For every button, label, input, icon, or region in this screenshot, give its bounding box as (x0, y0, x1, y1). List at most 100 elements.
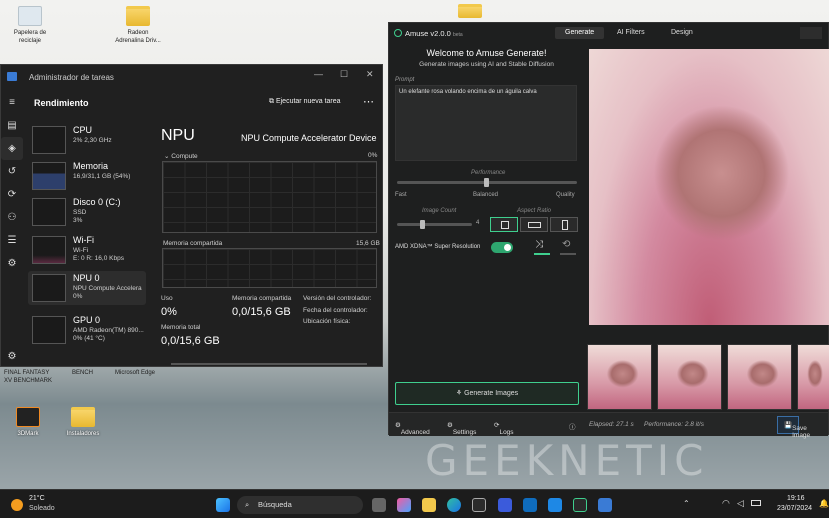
run-new-task-button[interactable]: ⧉ Ejecutar nueva tarea (269, 98, 341, 106)
desktop-icon-radeon[interactable]: Radeon Adrenalina Driv... (110, 6, 166, 45)
history-icon[interactable]: ↺ (1, 160, 23, 183)
thumbnail-4[interactable] (797, 344, 829, 410)
super-res-toggle[interactable] (491, 242, 513, 253)
battery-icon[interactable] (751, 500, 761, 506)
volume-icon[interactable]: ◁ (737, 498, 744, 509)
ffxv-label[interactable]: FINAL FANTASY XV BENCHMARK (4, 369, 52, 385)
repeat-icon[interactable]: ⟲ (562, 239, 570, 250)
perf-quality-label: Quality (556, 192, 575, 198)
elapsed-text: Elapsed: 27.1 s (589, 421, 634, 428)
search-input[interactable]: ⌕ Búsqueda (237, 496, 363, 514)
teams-icon[interactable] (548, 498, 562, 512)
desktop-icon-folder[interactable] (442, 4, 498, 21)
weather-icon[interactable] (11, 499, 23, 511)
tab-design[interactable]: Design (661, 27, 703, 39)
amuse-beta-tag: beta (452, 32, 463, 38)
window-control-icon[interactable] (800, 27, 822, 39)
shuffle-icon[interactable]: ⤨ (535, 239, 543, 250)
store-icon[interactable] (472, 498, 486, 512)
aspect-square-button[interactable] (490, 217, 518, 232)
run-task-label: Ejecutar nueva tarea (275, 98, 341, 105)
app-icon[interactable] (498, 498, 512, 512)
recycle-bin-icon (18, 6, 42, 26)
edge-label[interactable]: Microsoft Edge (115, 369, 155, 377)
performance-label: Performance (471, 170, 506, 176)
tab-ai-filters[interactable]: AI Filters (607, 27, 655, 39)
shared-mem-label: Memoria compartida (232, 295, 292, 302)
amuse-logo-icon (394, 29, 402, 37)
amuse-taskbar-icon[interactable] (573, 498, 587, 512)
thumbnail-1[interactable] (587, 344, 652, 410)
start-icon[interactable] (216, 498, 230, 512)
tab-generate[interactable]: Generate (555, 27, 605, 39)
image-count-knob[interactable] (420, 220, 425, 229)
clock-date[interactable]: 23/07/2024 (777, 505, 812, 512)
thumbnail-2[interactable] (657, 344, 722, 410)
perf-item-name: Memoria (73, 161, 109, 171)
thumbnail-3[interactable] (727, 344, 792, 410)
desktop-icon-installers[interactable]: Instaladores (55, 407, 111, 438)
advanced-button[interactable]: ⚙ Advanced (395, 421, 430, 436)
graph-shared-max: 15,6 GB (356, 240, 380, 247)
tray-chevron-icon[interactable]: ⌃ (683, 499, 690, 508)
generate-images-button[interactable]: ⚘ Generate Images (395, 382, 579, 405)
generated-main-image[interactable] (589, 49, 829, 325)
save-image-button[interactable]: 💾 Save Image (777, 416, 810, 439)
perf-item-disk[interactable]: Disco 0 (C:) SSD 3% (28, 195, 146, 229)
desktop-icon-recycle-bin[interactable]: Papelera de reciclaje (2, 6, 58, 45)
task-manager-logo-icon (7, 72, 17, 81)
wifi-icon[interactable]: ◠ (722, 498, 730, 509)
shared-memory-graph (162, 248, 377, 288)
task-manager-taskbar-icon[interactable] (598, 498, 612, 512)
perf-item-cpu[interactable]: CPU 2% 2,30 GHz (28, 123, 146, 157)
processes-icon[interactable]: ▤ (1, 114, 23, 137)
users-icon[interactable]: ⚇ (1, 206, 23, 229)
physical-location: Ubicación física: (303, 318, 351, 325)
more-options-icon[interactable]: ⋯ (363, 95, 374, 108)
installers-label: Instaladores (66, 431, 100, 437)
details-icon[interactable]: ☰ (1, 229, 23, 252)
weather-temp[interactable]: 21°C (29, 495, 45, 502)
task-view-icon[interactable] (372, 498, 386, 512)
settings-button[interactable]: ⚙ Settings (447, 421, 476, 436)
save-label: Save Image (792, 425, 811, 439)
bench-label[interactable]: BENCH (72, 369, 93, 377)
info-icon[interactable]: ⓘ (569, 421, 576, 431)
perf-item-gpu[interactable]: GPU 0 AMD Radeon(TM) 890... 0% (41 °C) (28, 313, 146, 347)
performance-slider-knob[interactable] (484, 178, 489, 187)
notification-icon[interactable]: 🔔 (819, 499, 829, 508)
hamburger-icon[interactable]: ≡ (1, 91, 23, 114)
scrollbar[interactable] (171, 363, 367, 365)
generate-label: Generate Images (464, 390, 519, 397)
perf-item-name: Wi-Fi (73, 235, 94, 245)
maximize-icon[interactable]: ☐ (340, 69, 348, 80)
image-count-slider[interactable] (397, 223, 472, 226)
uso-label: Uso (161, 295, 173, 302)
aspect-portrait-button[interactable] (550, 217, 578, 232)
detail-device: NPU Compute Accelerator Device (241, 133, 377, 143)
logs-button[interactable]: ⟳ Logs (494, 421, 514, 436)
desktop-icon-3dmark[interactable]: 3DMark (0, 407, 56, 438)
perf-item-wifi[interactable]: Wi-Fi Wi-Fi E: 0 R: 16,0 Kbps (28, 233, 146, 267)
edge-icon[interactable] (447, 498, 461, 512)
outlook-icon[interactable] (523, 498, 537, 512)
copilot-icon[interactable] (397, 498, 411, 512)
services-icon[interactable]: ⚙ (1, 252, 23, 275)
driver-date: Fecha del controlador: (303, 307, 368, 314)
perf-item-npu[interactable]: NPU 0 NPU Compute Accelera 0% (28, 271, 146, 305)
startup-icon[interactable]: ⟳ (1, 183, 23, 206)
settings-icon[interactable]: ⚙ (1, 345, 23, 368)
perf-item-sub2: 0% (73, 293, 83, 300)
uso-value: 0% (161, 306, 177, 318)
performance-icon[interactable]: ◈ (1, 137, 23, 160)
perf-item-memory[interactable]: Memoria 16,9/31,1 GB (54%) (28, 159, 146, 193)
wand-icon: ⚘ (455, 390, 465, 397)
graph-shared-label: Memoria compartida (163, 240, 223, 247)
close-icon[interactable]: ✕ (366, 69, 374, 80)
clock-time[interactable]: 19:16 (787, 495, 805, 502)
prompt-input[interactable]: Un elefante rosa volando encima de un ág… (395, 85, 577, 161)
aspect-landscape-button[interactable] (520, 217, 548, 232)
welcome-title: Welcome to Amuse Generate! (426, 48, 547, 58)
minimize-icon[interactable]: — (314, 69, 323, 79)
file-explorer-icon[interactable] (422, 498, 436, 512)
